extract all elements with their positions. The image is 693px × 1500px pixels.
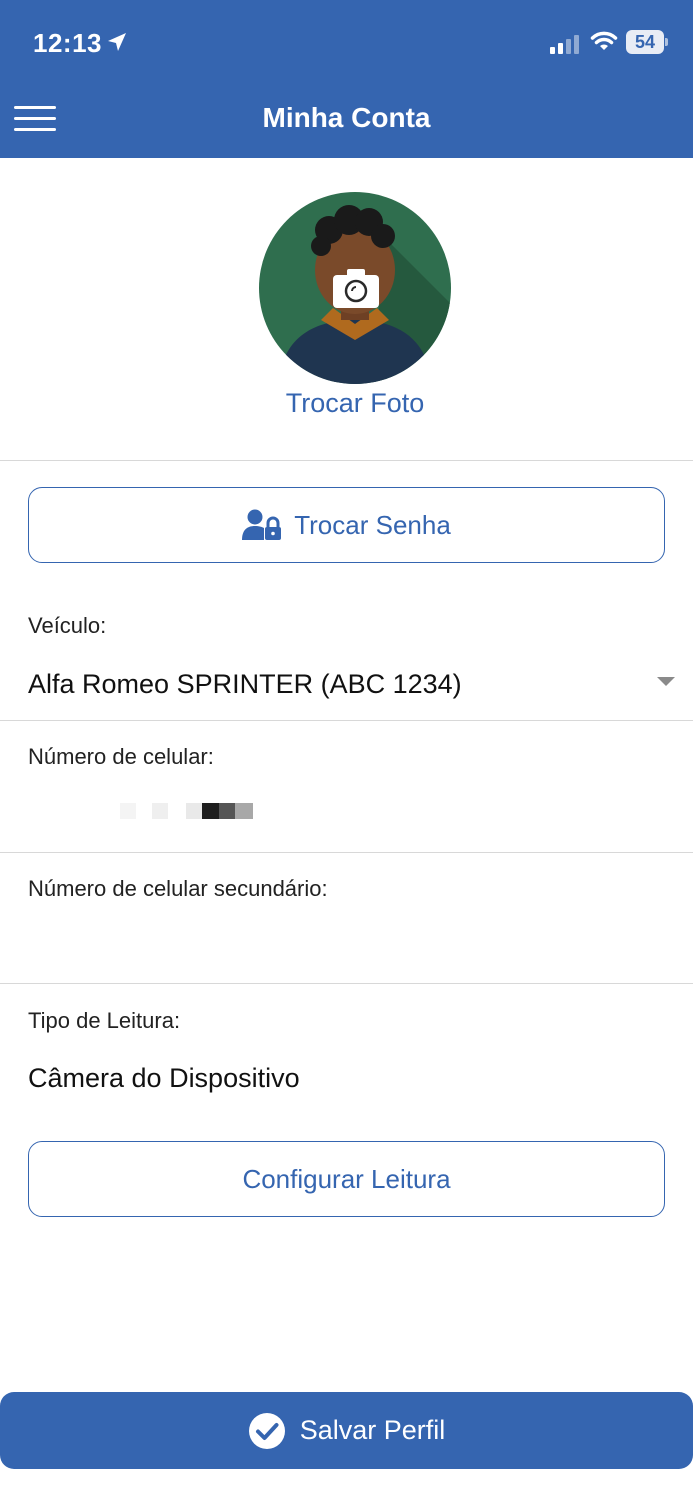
divider [0, 983, 693, 984]
camera-icon [333, 269, 379, 308]
chevron-down-icon[interactable] [657, 677, 675, 686]
cellular-signal-icon [550, 35, 579, 54]
change-password-button[interactable]: Trocar Senha [28, 487, 665, 563]
vehicle-label: Veículo: [28, 613, 107, 638]
vehicle-select[interactable]: Alfa Romeo SPRINTER (ABC 1234) [28, 669, 462, 700]
divider [0, 460, 693, 461]
phone-field-redacted[interactable] [120, 803, 260, 819]
app-header: 12:13 54 Minha Conta [0, 0, 693, 158]
profile-avatar[interactable] [259, 192, 451, 384]
battery-level: 54 [626, 30, 664, 54]
secondary-phone-label: Número de celular secundário: [28, 876, 328, 901]
reading-type-label: Tipo de Leitura: [28, 1008, 181, 1033]
save-profile-button[interactable]: Salvar Perfil [0, 1392, 693, 1469]
change-password-label: Trocar Senha [294, 509, 451, 540]
secondary-phone-input[interactable] [28, 928, 665, 962]
save-profile-label: Salvar Perfil [299, 1415, 446, 1445]
wifi-icon [590, 31, 618, 50]
divider [0, 720, 693, 721]
phone-label: Número de celular: [28, 744, 214, 769]
change-photo-link[interactable]: Trocar Foto [0, 388, 693, 419]
check-circle-icon [248, 1412, 285, 1449]
configure-reading-button[interactable]: Configurar Leitura [28, 1141, 665, 1217]
page-title: Minha Conta [262, 102, 431, 133]
divider [0, 852, 693, 853]
configure-reading-label: Configurar Leitura [242, 1163, 451, 1194]
reading-type-value: Câmera do Dispositivo [28, 1063, 300, 1093]
status-bar: 12:13 54 [0, 22, 693, 66]
battery-icon: 54 [626, 30, 668, 54]
status-time: 12:13 [33, 28, 102, 58]
location-arrow-icon [108, 33, 126, 51]
user-lock-icon [242, 509, 282, 540]
